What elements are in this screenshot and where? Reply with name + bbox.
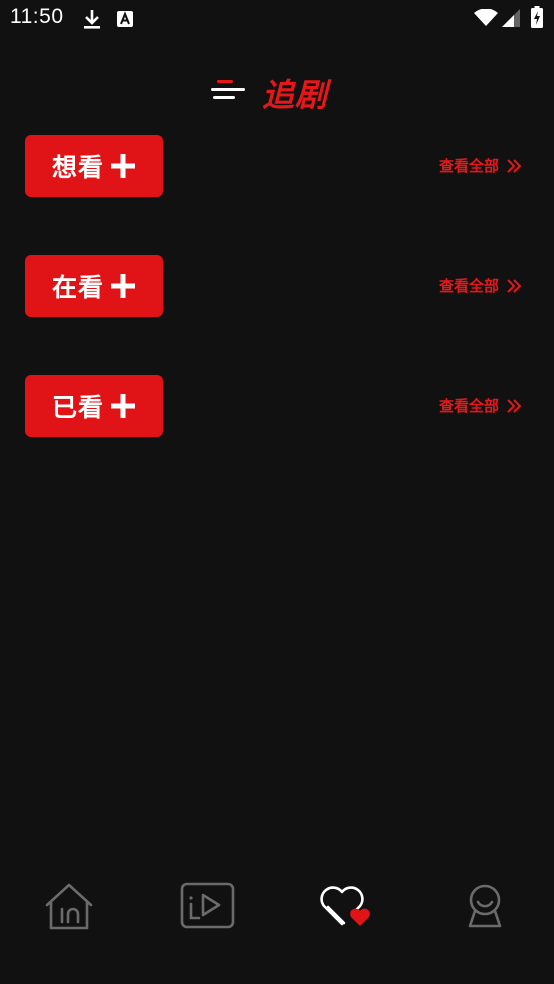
profile-icon [458, 884, 514, 940]
view-all-label: 查看全部 [439, 157, 500, 175]
favorites-heart-icon [316, 886, 374, 940]
section-label: 在看 [51, 273, 104, 302]
nav-home[interactable] [42, 880, 98, 936]
status-time: 11:50 [10, 5, 64, 28]
section-watched: 已看 查看全部 [0, 375, 554, 437]
nav-profile[interactable] [458, 880, 514, 936]
double-chevron-right-icon [506, 158, 522, 174]
view-all-label: 查看全部 [439, 277, 500, 295]
double-chevron-right-icon [506, 398, 522, 414]
section-label: 已看 [51, 393, 104, 422]
status-bar: 11:50 [0, 0, 554, 38]
view-all-link[interactable]: 查看全部 [439, 275, 522, 296]
add-want-to-watch-button[interactable]: 想看 [25, 135, 163, 197]
plus-icon [110, 273, 136, 299]
menu-lines-icon[interactable] [211, 77, 247, 103]
bottom-nav [0, 860, 554, 984]
home-icon [42, 883, 98, 940]
section-label: 想看 [51, 153, 104, 182]
plus-icon [110, 393, 136, 419]
download-icon [82, 8, 102, 34]
font-a-icon [116, 10, 134, 32]
add-watching-button[interactable]: 在看 [25, 255, 163, 317]
view-all-label: 查看全部 [439, 397, 500, 415]
nav-video[interactable] [179, 880, 235, 936]
add-watched-button[interactable]: 已看 [25, 375, 163, 437]
view-all-link[interactable]: 查看全部 [439, 155, 522, 176]
nav-favorites[interactable] [316, 880, 372, 936]
app-screen: 11:50 追剧 想看 查看全部 在看 查看全部 已看 查看全部 [0, 0, 554, 984]
view-all-link[interactable]: 查看全部 [439, 395, 522, 416]
page-title: 追剧 [262, 76, 329, 114]
double-chevron-right-icon [506, 278, 522, 294]
page-header: 追剧 [0, 66, 554, 114]
section-want-to-watch: 想看 查看全部 [0, 135, 554, 197]
battery-icon [531, 6, 543, 32]
wifi-icon [474, 8, 498, 31]
cellular-signal-icon [502, 9, 520, 31]
plus-icon [110, 153, 136, 179]
video-play-icon [179, 882, 235, 940]
section-watching: 在看 查看全部 [0, 255, 554, 317]
